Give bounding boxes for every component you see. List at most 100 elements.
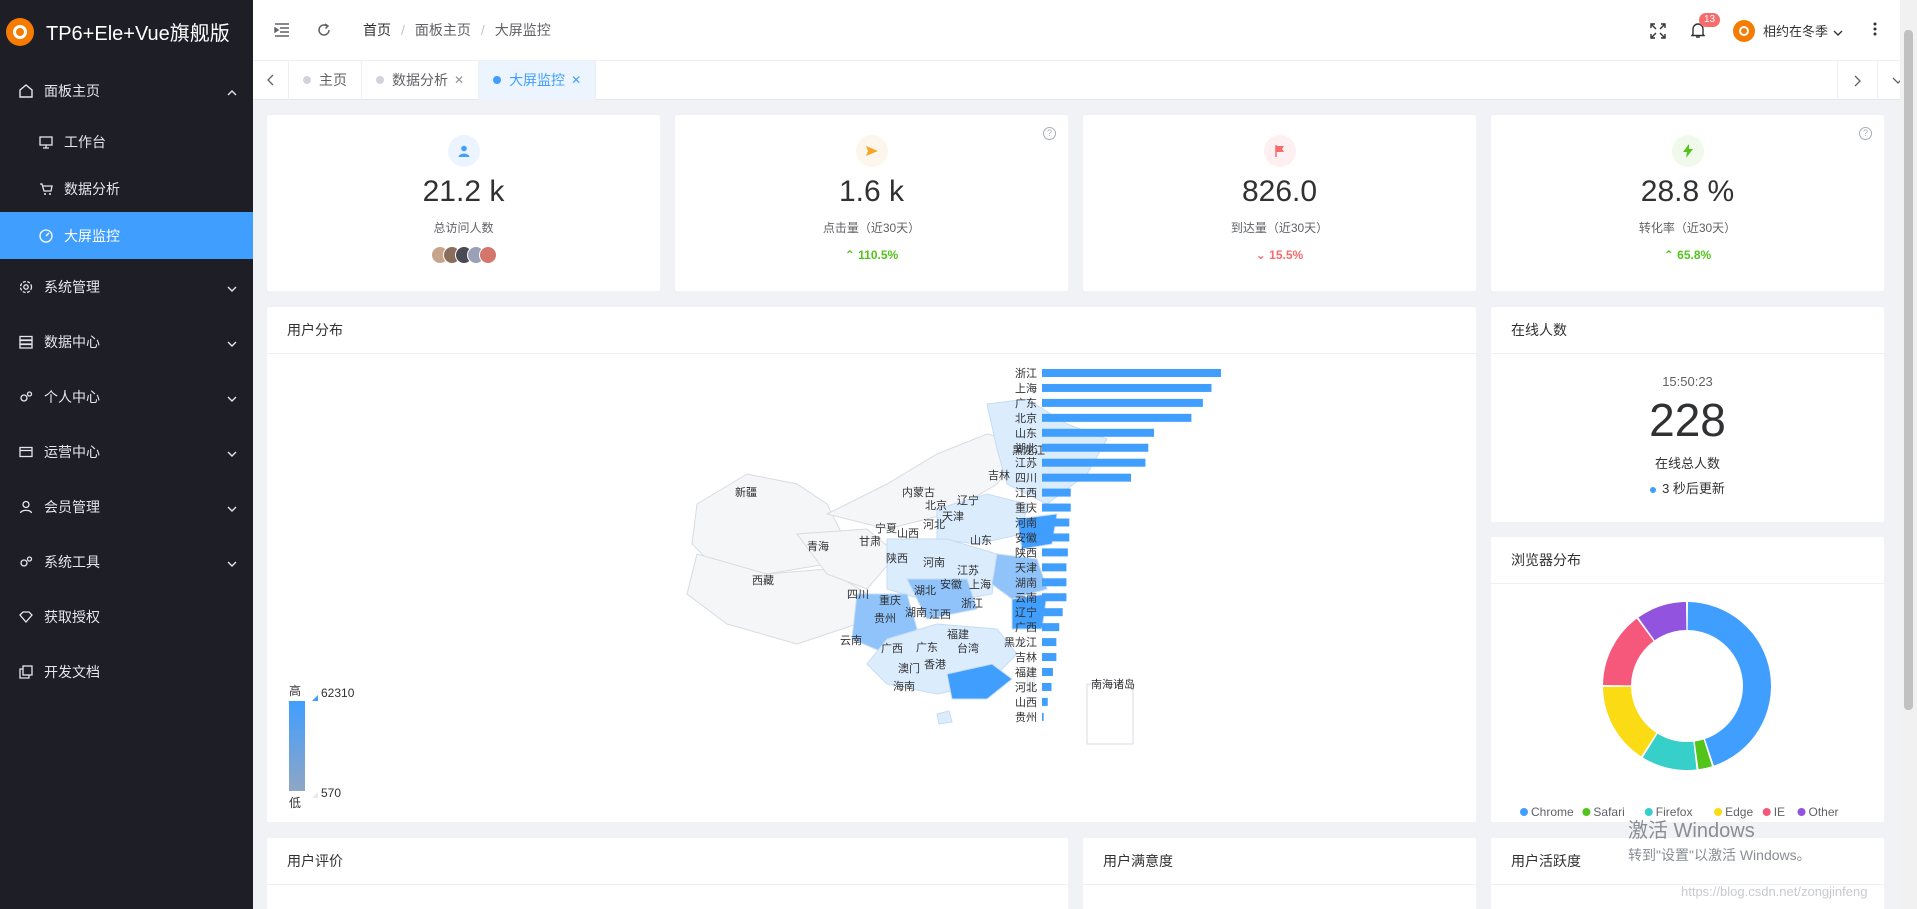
map-label-hebei: 河北 [923, 518, 945, 531]
map-label-guangdong: 广东 [916, 641, 938, 654]
chevron-down-icon[interactable] [1833, 23, 1843, 39]
sidebar-subitem-monitor[interactable]: 大屏监控 [0, 212, 253, 259]
bar[interactable] [1042, 623, 1060, 632]
legend-label[interactable]: Safari [1593, 805, 1624, 819]
map-label-xinjiang: 新疆 [735, 485, 757, 499]
map-label-shanxi: 山西 [897, 527, 919, 540]
refresh-icon[interactable] [315, 21, 333, 39]
help-icon[interactable]: ? [1859, 127, 1872, 140]
sidebar-subitem-label: 大屏监控 [64, 227, 120, 244]
sidebar-item-label: 运营中心 [44, 443, 100, 460]
legend-label[interactable]: Chrome [1531, 805, 1574, 819]
page-scrollbar[interactable] [1900, 0, 1917, 909]
close-icon[interactable]: ✕ [571, 73, 581, 87]
user-distribution-card: 用户分布 黑龙江 吉林 辽宁 内蒙古 北京 天津 河北 山西 山东 宁夏 新疆 青海 甘肃 陕西 河南 江苏安… [267, 307, 1476, 822]
visual-map-handle-top [312, 695, 318, 701]
tabs-bar: 主页 数据分析 ✕ 大屏监控 ✕ [253, 60, 1917, 100]
sidebar-item-data[interactable]: 数据中心 [0, 314, 253, 369]
map-label-shanghai: 上海 [969, 577, 991, 591]
bar-category-label: 河北 [1015, 681, 1037, 694]
card-title: 用户满意度 [1083, 838, 1476, 885]
sidebar-item-tools[interactable]: 系统工具 [0, 534, 253, 589]
bar[interactable] [1042, 653, 1057, 662]
gears-icon [18, 389, 34, 405]
map-label-neimenggu: 内蒙古 [902, 485, 935, 499]
browser-donut-chart[interactable]: Chrome Safari Firefox Edge IE Other [1491, 584, 1884, 822]
map-label-qinghai: 青海 [807, 539, 829, 553]
tabs-scroll-left-icon[interactable] [253, 60, 289, 100]
bar[interactable] [1042, 638, 1057, 647]
bar-category-label: 山西 [1015, 696, 1037, 709]
map-label-hainan: 海南 [893, 679, 915, 693]
bar[interactable] [1042, 712, 1044, 721]
bar[interactable] [1042, 548, 1068, 557]
bar-category-label: 山东 [1015, 427, 1037, 440]
bar[interactable] [1042, 578, 1067, 587]
map-label-sichuan: 四川 [847, 589, 869, 601]
tab-dot [376, 76, 384, 84]
trend-value: 15.5% [1269, 248, 1304, 262]
bar[interactable] [1042, 383, 1212, 392]
bar[interactable] [1042, 428, 1155, 437]
help-icon[interactable]: ? [1043, 127, 1056, 140]
card-icon [18, 444, 34, 460]
bar[interactable] [1042, 668, 1053, 676]
bar[interactable] [1042, 488, 1071, 497]
tab-label: 大屏监控 [509, 72, 566, 88]
tabs-scroll-right-icon[interactable] [1837, 61, 1877, 100]
avatar[interactable] [478, 246, 497, 264]
sidebar-subitem-workbench[interactable]: 工作台 [0, 118, 253, 165]
bar[interactable] [1042, 503, 1071, 512]
sidebar-item-label: 数据中心 [44, 333, 100, 350]
bar[interactable] [1042, 697, 1048, 706]
logo[interactable]: TP6+Ele+Vue旗舰版 [0, 0, 253, 63]
sidebar-item-dashboard[interactable]: 面板主页 [0, 63, 253, 118]
legend-label[interactable]: Other [1809, 805, 1839, 819]
more-icon[interactable] [1873, 22, 1877, 39]
bar[interactable] [1042, 413, 1192, 422]
bar[interactable] [1042, 369, 1221, 377]
bar[interactable] [1042, 458, 1146, 467]
bar[interactable] [1042, 398, 1203, 407]
tab-home[interactable]: 主页 [289, 60, 362, 100]
bar[interactable] [1042, 682, 1052, 691]
legend-marker[interactable] [1582, 808, 1591, 816]
sidebar-item-system[interactable]: 系统管理 [0, 259, 253, 314]
map-region-hainan[interactable] [936, 710, 953, 725]
tab-analysis[interactable]: 数据分析 ✕ [362, 60, 480, 100]
bar[interactable] [1042, 533, 1070, 542]
bar[interactable] [1042, 563, 1067, 572]
sidebar-item-members[interactable]: 会员管理 [0, 479, 253, 534]
breadcrumb-item[interactable]: 首页 [363, 20, 391, 40]
sidebar-subitem-analysis[interactable]: 数据分析 [0, 165, 253, 212]
bar[interactable] [1042, 473, 1132, 482]
sidebar-item-operations[interactable]: 运营中心 [0, 424, 253, 479]
map-label-gansu: 甘肃 [859, 535, 881, 548]
bar[interactable] [1042, 518, 1070, 527]
china-map[interactable]: 黑龙江吉林辽宁内蒙古北京天津河北山西山东宁夏新疆青海 甘肃陕西 河南江苏安徽 上海西藏… [267, 354, 1476, 822]
legend-marker[interactable] [1520, 808, 1528, 816]
sidebar-item-personal[interactable]: 个人中心 [0, 369, 253, 424]
avatar[interactable] [1732, 19, 1755, 42]
sidebar-item-docs[interactable]: 开发文档 [0, 644, 253, 699]
close-icon[interactable]: ✕ [454, 73, 464, 87]
bell-icon[interactable]: 13 [1689, 12, 1721, 40]
scrollbar-thumb[interactable] [1904, 30, 1913, 710]
fullscreen-icon[interactable] [1649, 22, 1667, 40]
legend-high: 高 [289, 683, 301, 698]
bar-category-label: 上海 [1015, 381, 1037, 395]
bar[interactable] [1042, 593, 1067, 602]
bolt-icon [1671, 135, 1704, 167]
donut-slice[interactable] [1603, 686, 1657, 757]
south-sea-inset[interactable] [1086, 683, 1134, 745]
bar[interactable] [1042, 443, 1149, 452]
online-label: 在线总人数 [1654, 456, 1720, 471]
tab-monitor[interactable]: 大屏监控 ✕ [479, 60, 597, 100]
sidebar-item-license[interactable]: 获取授权 [0, 589, 253, 644]
user-name[interactable]: 相约在冬季 [1763, 21, 1828, 40]
donut-slice[interactable] [1603, 618, 1654, 686]
collapse-menu-icon[interactable] [273, 21, 291, 39]
trend-value: 65.8% [1677, 248, 1712, 262]
bar[interactable] [1042, 608, 1063, 617]
breadcrumb-item[interactable]: 面板主页 [415, 20, 471, 40]
